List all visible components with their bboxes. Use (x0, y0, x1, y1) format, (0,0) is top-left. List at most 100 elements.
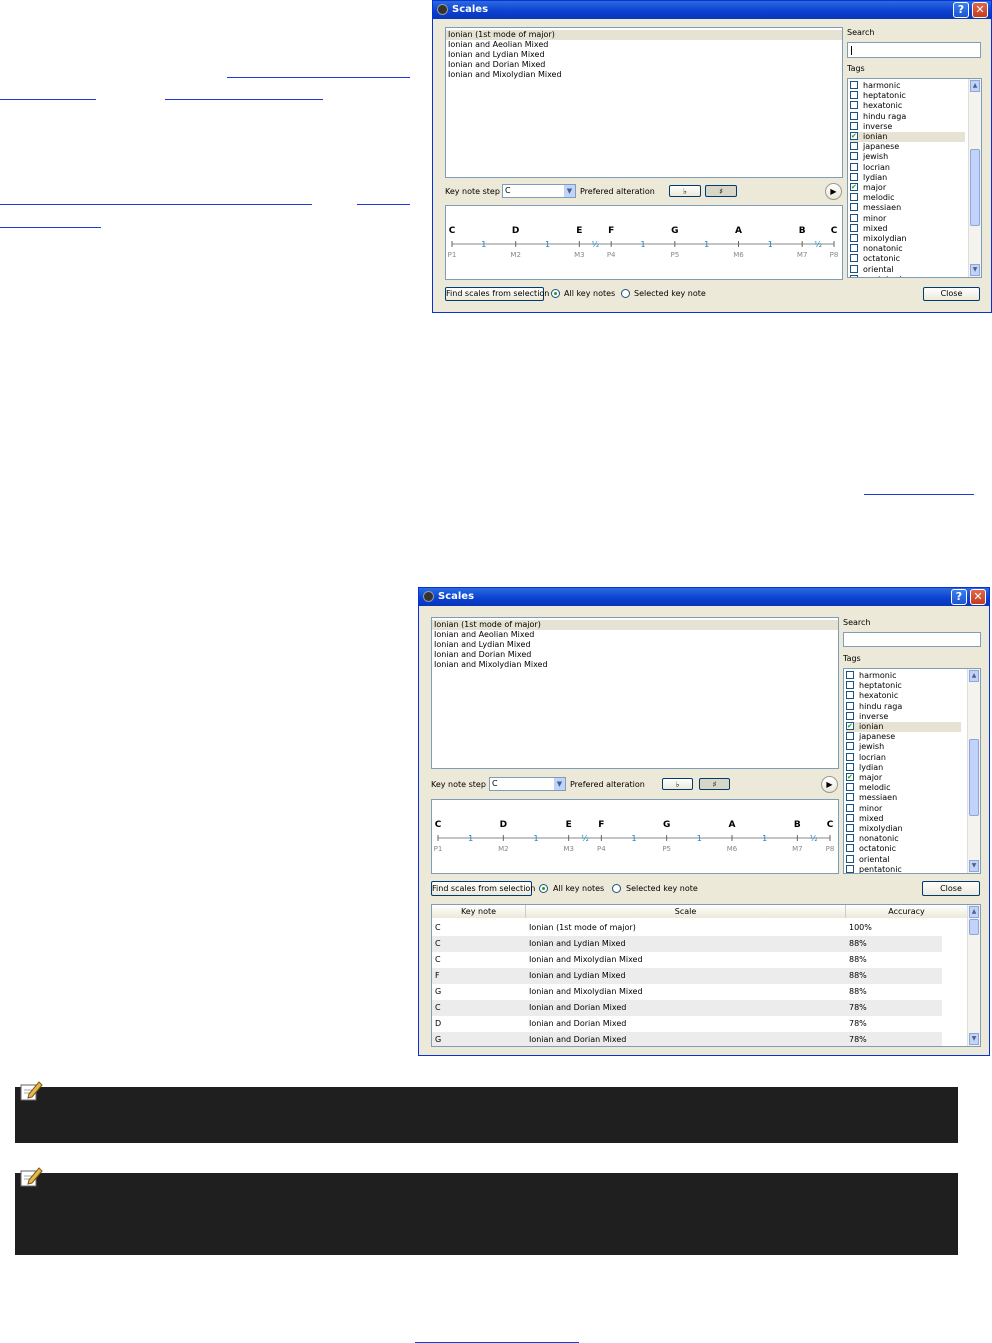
tag-checkbox[interactable] (846, 824, 854, 832)
page-link[interactable] (0, 227, 101, 228)
search-input[interactable] (847, 42, 981, 58)
tag-checkbox[interactable] (846, 742, 854, 751)
close-button[interactable]: Close (923, 287, 980, 301)
tag-checkbox[interactable] (846, 671, 854, 679)
all-key-notes-radio[interactable] (539, 884, 548, 893)
table-row[interactable]: C Ionian (1st mode of major) 100% (432, 920, 942, 936)
scroll-thumb[interactable] (969, 739, 979, 816)
results-scrollbar[interactable]: ▲ ▼ (967, 905, 980, 1046)
tag-checkbox[interactable] (846, 701, 854, 710)
tag-checkbox[interactable] (850, 152, 858, 161)
scroll-up-icon[interactable]: ▲ (969, 906, 979, 918)
play-button[interactable]: ▶ (821, 776, 838, 793)
tag-checkbox[interactable] (846, 803, 854, 812)
scroll-thumb[interactable] (969, 919, 979, 935)
column-header-accuracy[interactable]: Accuracy (846, 905, 968, 918)
scroll-up-icon[interactable]: ▲ (969, 670, 979, 682)
key-note-select[interactable]: C ▼ (502, 184, 576, 198)
table-row[interactable]: G Ionian and Dorian Mixed 78% (432, 1032, 942, 1046)
tag-checkbox[interactable] (850, 223, 858, 232)
close-button[interactable]: Close (922, 881, 980, 896)
all-key-notes-radio[interactable] (551, 289, 560, 298)
selected-key-note-radio[interactable] (612, 884, 621, 893)
tag-checkbox[interactable] (846, 752, 854, 761)
scale-list-item[interactable]: Ionian (1st mode of major) (432, 620, 838, 630)
search-input[interactable] (843, 632, 981, 647)
table-row[interactable]: D Ionian and Dorian Mixed 78% (432, 1016, 942, 1032)
page-link[interactable] (0, 99, 96, 100)
tag-checkbox[interactable] (846, 772, 854, 782)
tag-checkbox[interactable] (850, 131, 858, 141)
table-row[interactable]: G Ionian and Mixolydian Mixed 88% (432, 984, 942, 1000)
page-link[interactable] (227, 77, 410, 78)
sharp-button[interactable]: ♯ (699, 778, 730, 790)
scale-list[interactable]: Ionian (1st mode of major) Ionian and Aeo… (431, 617, 839, 769)
scale-list-item[interactable]: Ionian and Dorian Mixed (432, 650, 838, 660)
help-button[interactable]: ? (951, 589, 967, 605)
scroll-thumb[interactable] (970, 149, 980, 226)
tags-list[interactable]: harmonic heptatonic hexatonic hindu raga inv… (843, 668, 981, 874)
table-row[interactable]: C Ionian and Mixolydian Mixed 88% (432, 952, 942, 968)
scroll-up-icon[interactable]: ▲ (970, 80, 980, 92)
page-link[interactable] (165, 99, 323, 100)
tag-checkbox[interactable] (846, 834, 854, 843)
find-scales-button[interactable]: Find scales from selection (445, 287, 549, 301)
page-link[interactable] (357, 204, 410, 205)
tag-checkbox[interactable] (850, 142, 858, 151)
scroll-down-icon[interactable]: ▼ (969, 860, 979, 872)
column-header-scale[interactable]: Scale (526, 905, 846, 918)
tag-checkbox[interactable] (846, 783, 854, 792)
scale-list[interactable]: Ionian (1st mode of major) Ionian and Aeo… (445, 27, 843, 178)
tag-checkbox[interactable] (850, 193, 858, 202)
tag-checkbox[interactable] (846, 844, 854, 853)
tag-checkbox[interactable] (846, 711, 854, 720)
find-scales-button[interactable]: Find scales from selection (431, 881, 535, 896)
table-row[interactable]: F Ionian and Lydian Mixed 88% (432, 968, 942, 984)
close-window-button[interactable]: ✕ (972, 2, 988, 18)
close-window-button[interactable]: ✕ (970, 589, 986, 605)
column-header-key-note[interactable]: Key note (432, 905, 526, 918)
sharp-button[interactable]: ♯ (705, 185, 737, 197)
scale-list-item[interactable]: Ionian and Mixolydian Mixed (432, 660, 838, 670)
tag-checkbox[interactable] (846, 732, 854, 741)
page-link[interactable] (864, 494, 974, 495)
tag-checkbox[interactable] (850, 254, 858, 263)
tag-checkbox[interactable] (850, 91, 858, 100)
tags-list[interactable]: harmonic heptatonic hexatonic hindu raga inv… (847, 78, 982, 278)
scale-list-item[interactable]: Ionian and Aeolian Mixed (432, 630, 838, 640)
table-row[interactable]: C Ionian and Lydian Mixed 88% (432, 936, 942, 952)
tag-checkbox[interactable] (850, 274, 858, 277)
tag-checkbox[interactable] (850, 264, 858, 273)
tag-checkbox[interactable] (846, 793, 854, 802)
tag-checkbox[interactable] (850, 162, 858, 171)
flat-button[interactable]: ♭ (669, 185, 701, 197)
tag-item[interactable]: ionian (846, 721, 961, 732)
selected-key-note-radio[interactable] (621, 289, 630, 298)
scroll-down-icon[interactable]: ▼ (970, 264, 980, 276)
scale-list-item[interactable]: Ionian and Lydian Mixed (432, 640, 838, 650)
tag-checkbox[interactable] (850, 244, 858, 253)
tag-checkbox[interactable] (850, 121, 858, 130)
results-table[interactable]: Key note Scale Accuracy C Ionian (1st mod… (431, 904, 981, 1047)
tags-scrollbar[interactable]: ▲ ▼ (968, 79, 981, 277)
tag-item[interactable]: ionian (850, 131, 965, 142)
scale-list-item[interactable]: Ionian and Mixolydian Mixed (446, 70, 842, 80)
scale-list-item[interactable]: Ionian and Lydian Mixed (446, 50, 842, 60)
scale-list-item[interactable]: Ionian (1st mode of major) (446, 30, 842, 40)
tag-checkbox[interactable] (850, 111, 858, 120)
scroll-down-icon[interactable]: ▼ (969, 1033, 979, 1045)
tag-checkbox[interactable] (850, 182, 858, 192)
table-row[interactable]: C Ionian and Dorian Mixed 78% (432, 1000, 942, 1016)
chevron-down-icon[interactable]: ▼ (554, 778, 565, 790)
play-button[interactable]: ▶ (825, 183, 842, 200)
tag-checkbox[interactable] (846, 813, 854, 822)
tag-checkbox[interactable] (846, 762, 854, 771)
tag-checkbox[interactable] (850, 81, 858, 89)
tag-checkbox[interactable] (850, 172, 858, 181)
tag-checkbox[interactable] (846, 691, 854, 700)
tag-checkbox[interactable] (846, 681, 854, 690)
chevron-down-icon[interactable]: ▼ (564, 185, 575, 197)
tag-checkbox[interactable] (850, 234, 858, 242)
tag-checkbox[interactable] (850, 213, 858, 222)
help-button[interactable]: ? (953, 2, 969, 18)
